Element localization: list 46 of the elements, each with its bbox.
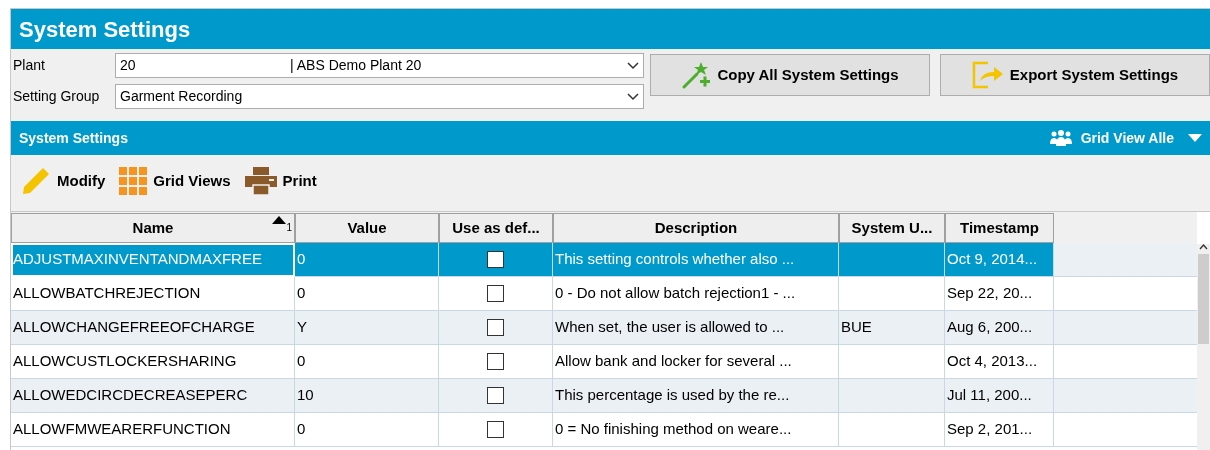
- checkbox[interactable]: [487, 353, 504, 370]
- scrollbar[interactable]: [1197, 244, 1210, 450]
- table-cell: 0 = No finishing method on weare...: [553, 413, 839, 447]
- toolbar-button[interactable]: Modify: [21, 166, 106, 196]
- dropdown-field[interactable]: 20 | ABS Demo Plant 20: [115, 53, 644, 78]
- table-row[interactable]: ALLOWEDCIRCDECREASEPERC 10 This percentage is used by the re... Jul 11, 200...: [11, 379, 1197, 413]
- magic-wand-plus-icon: [681, 60, 712, 90]
- dropdown-caret-icon: [627, 92, 639, 101]
- users-icon: [1048, 130, 1073, 146]
- dropdown-caret-icon: [627, 61, 639, 70]
- column-header[interactable]: Value: [295, 213, 439, 243]
- dropdown-caret-icon: [1188, 134, 1202, 142]
- action-button[interactable]: Export System Settings: [940, 54, 1210, 96]
- section-title: System Settings: [19, 128, 128, 148]
- column-header[interactable]: Timestamp: [945, 213, 1054, 243]
- table-row[interactable]: ALLOWFMWEARERFUNCTION 0 0 = No finishing method on weare... Sep 2, 201...: [11, 413, 1197, 447]
- sort-order: 1: [286, 221, 292, 235]
- export-arrow-icon: [971, 61, 1004, 89]
- checkbox[interactable]: [487, 387, 504, 404]
- table-row[interactable]: ALLOWBATCHREJECTION 0 0 - Do not allow batch rejection1 - ... Sep 22, 20...: [11, 277, 1197, 311]
- column-header[interactable]: System U...: [839, 213, 945, 243]
- field-label: Plant: [12, 56, 46, 75]
- toolbar-button[interactable]: Print: [244, 167, 317, 195]
- table-row[interactable]: ALLOWCHANGEFREEOFCHARGE Y When set, the user is allowed to ... BUE Aug 6, 200...: [11, 311, 1197, 345]
- scroll-up-icon[interactable]: [1199, 244, 1208, 250]
- action-button[interactable]: Copy All System Settings: [650, 54, 930, 96]
- sort-ascending-icon: [272, 216, 287, 224]
- grid-icon: [119, 167, 148, 195]
- column-header[interactable]: Name 1: [11, 213, 295, 243]
- table-cell: 0: [295, 413, 439, 447]
- toolbar-button[interactable]: Grid Views: [119, 167, 231, 195]
- table-cell: ALLOWFMWEARERFUNCTION: [11, 413, 295, 447]
- table-cell: Sep 2, 201...: [945, 413, 1054, 447]
- checkbox[interactable]: [487, 319, 504, 336]
- printer-icon: [244, 167, 277, 195]
- checkbox[interactable]: [487, 421, 504, 438]
- checkbox[interactable]: [487, 251, 504, 268]
- column-header[interactable]: Description: [553, 213, 839, 243]
- checkbox[interactable]: [487, 285, 504, 302]
- column-header[interactable]: Use as def...: [439, 213, 553, 243]
- window-title: System Settings: [19, 15, 191, 44]
- table-row[interactable]: ALLOWCUSTLOCKERSHARING 0 Allow bank and locker for several ... Oct 4, 2013...: [11, 345, 1197, 379]
- dropdown-field[interactable]: Garment Recording: [115, 84, 644, 109]
- field-label: Setting Group: [12, 87, 101, 106]
- pencil-icon: [21, 166, 51, 196]
- table-cell: ADJUSTMAXINVENTANDMAXFREE: [11, 243, 295, 277]
